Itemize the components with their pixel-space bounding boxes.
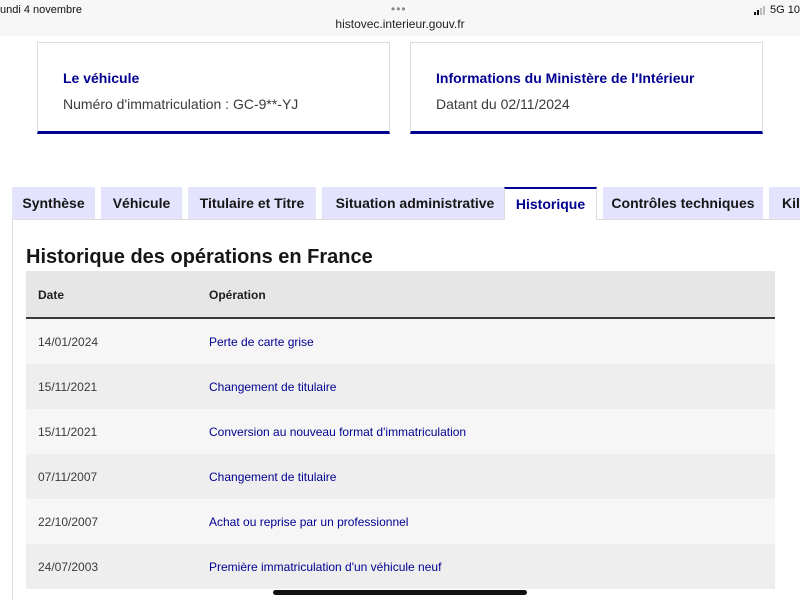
table-body: 14/01/2024 Perte de carte grise 15/11/20… <box>26 319 775 589</box>
tab-kilometrage[interactable]: Kil <box>769 187 800 219</box>
column-header-date: Date <box>38 288 65 302</box>
registration-number: Numéro d'immatriculation : GC-9**-YJ <box>63 96 299 112</box>
status-bar: undi 4 novembre ••• histovec.interieur.g… <box>0 0 800 36</box>
row-date: 07/11/2007 <box>38 470 98 484</box>
table-row: 22/10/2007 Achat ou reprise par un profe… <box>26 499 775 544</box>
row-operation-link[interactable]: Perte de carte grise <box>209 335 314 349</box>
status-date: undi 4 novembre <box>0 4 82 16</box>
table-row: 15/11/2021 Conversion au nouveau format … <box>26 409 775 454</box>
ministry-info-title: Informations du Ministère de l'Intérieur <box>436 70 695 86</box>
table-row: 15/11/2021 Changement de titulaire <box>26 364 775 409</box>
signal-icon <box>754 5 766 15</box>
row-operation-link[interactable]: Changement de titulaire <box>209 470 336 484</box>
table-row: 24/07/2003 Première immatriculation d'un… <box>26 544 775 589</box>
table-row: 07/11/2007 Changement de titulaire <box>26 454 775 499</box>
vehicle-card-title: Le véhicule <box>63 70 140 86</box>
row-operation-link[interactable]: Première immatriculation d'un véhicule n… <box>209 560 441 574</box>
more-dots-icon[interactable]: ••• <box>391 2 407 16</box>
home-indicator[interactable] <box>273 590 527 595</box>
section-title: Historique des opérations en France <box>26 246 373 268</box>
info-date: Datant du 02/11/2024 <box>436 96 570 112</box>
tab-synthese[interactable]: Synthèse <box>12 187 95 219</box>
row-operation-link[interactable]: Changement de titulaire <box>209 380 336 394</box>
row-date: 15/11/2021 <box>38 425 98 439</box>
network-label: 5G 10 <box>770 4 800 16</box>
column-header-operation: Opération <box>209 288 266 302</box>
row-operation-link[interactable]: Conversion au nouveau format d'immatricu… <box>209 425 466 439</box>
tab-controles-techniques[interactable]: Contrôles techniques <box>603 187 763 219</box>
tab-historique[interactable]: Historique <box>504 187 597 220</box>
row-date: 22/10/2007 <box>38 515 99 529</box>
status-indicators: 5G 10 <box>754 4 800 16</box>
operations-table: Date Opération 14/01/2024 Perte de carte… <box>26 271 775 589</box>
address-bar-url[interactable]: histovec.interieur.gouv.fr <box>0 17 800 31</box>
tab-vehicule[interactable]: Véhicule <box>101 187 182 219</box>
row-date: 15/11/2021 <box>38 380 98 394</box>
tab-panel-border-left <box>12 219 13 600</box>
table-header: Date Opération <box>26 271 775 319</box>
row-date: 24/07/2003 <box>38 560 99 574</box>
tab-panel-border <box>12 219 800 220</box>
table-row: 14/01/2024 Perte de carte grise <box>26 319 775 364</box>
tab-titulaire-et-titre[interactable]: Titulaire et Titre <box>188 187 316 219</box>
vehicle-card: Le véhicule Numéro d'immatriculation : G… <box>37 42 390 134</box>
tab-situation-administrative[interactable]: Situation administrative <box>322 187 508 219</box>
row-operation-link[interactable]: Achat ou reprise par un professionnel <box>209 515 408 529</box>
tab-list: Synthèse Véhicule Titulaire et Titre Sit… <box>12 187 800 220</box>
row-date: 14/01/2024 <box>38 335 99 349</box>
ministry-info-card: Informations du Ministère de l'Intérieur… <box>410 42 763 134</box>
